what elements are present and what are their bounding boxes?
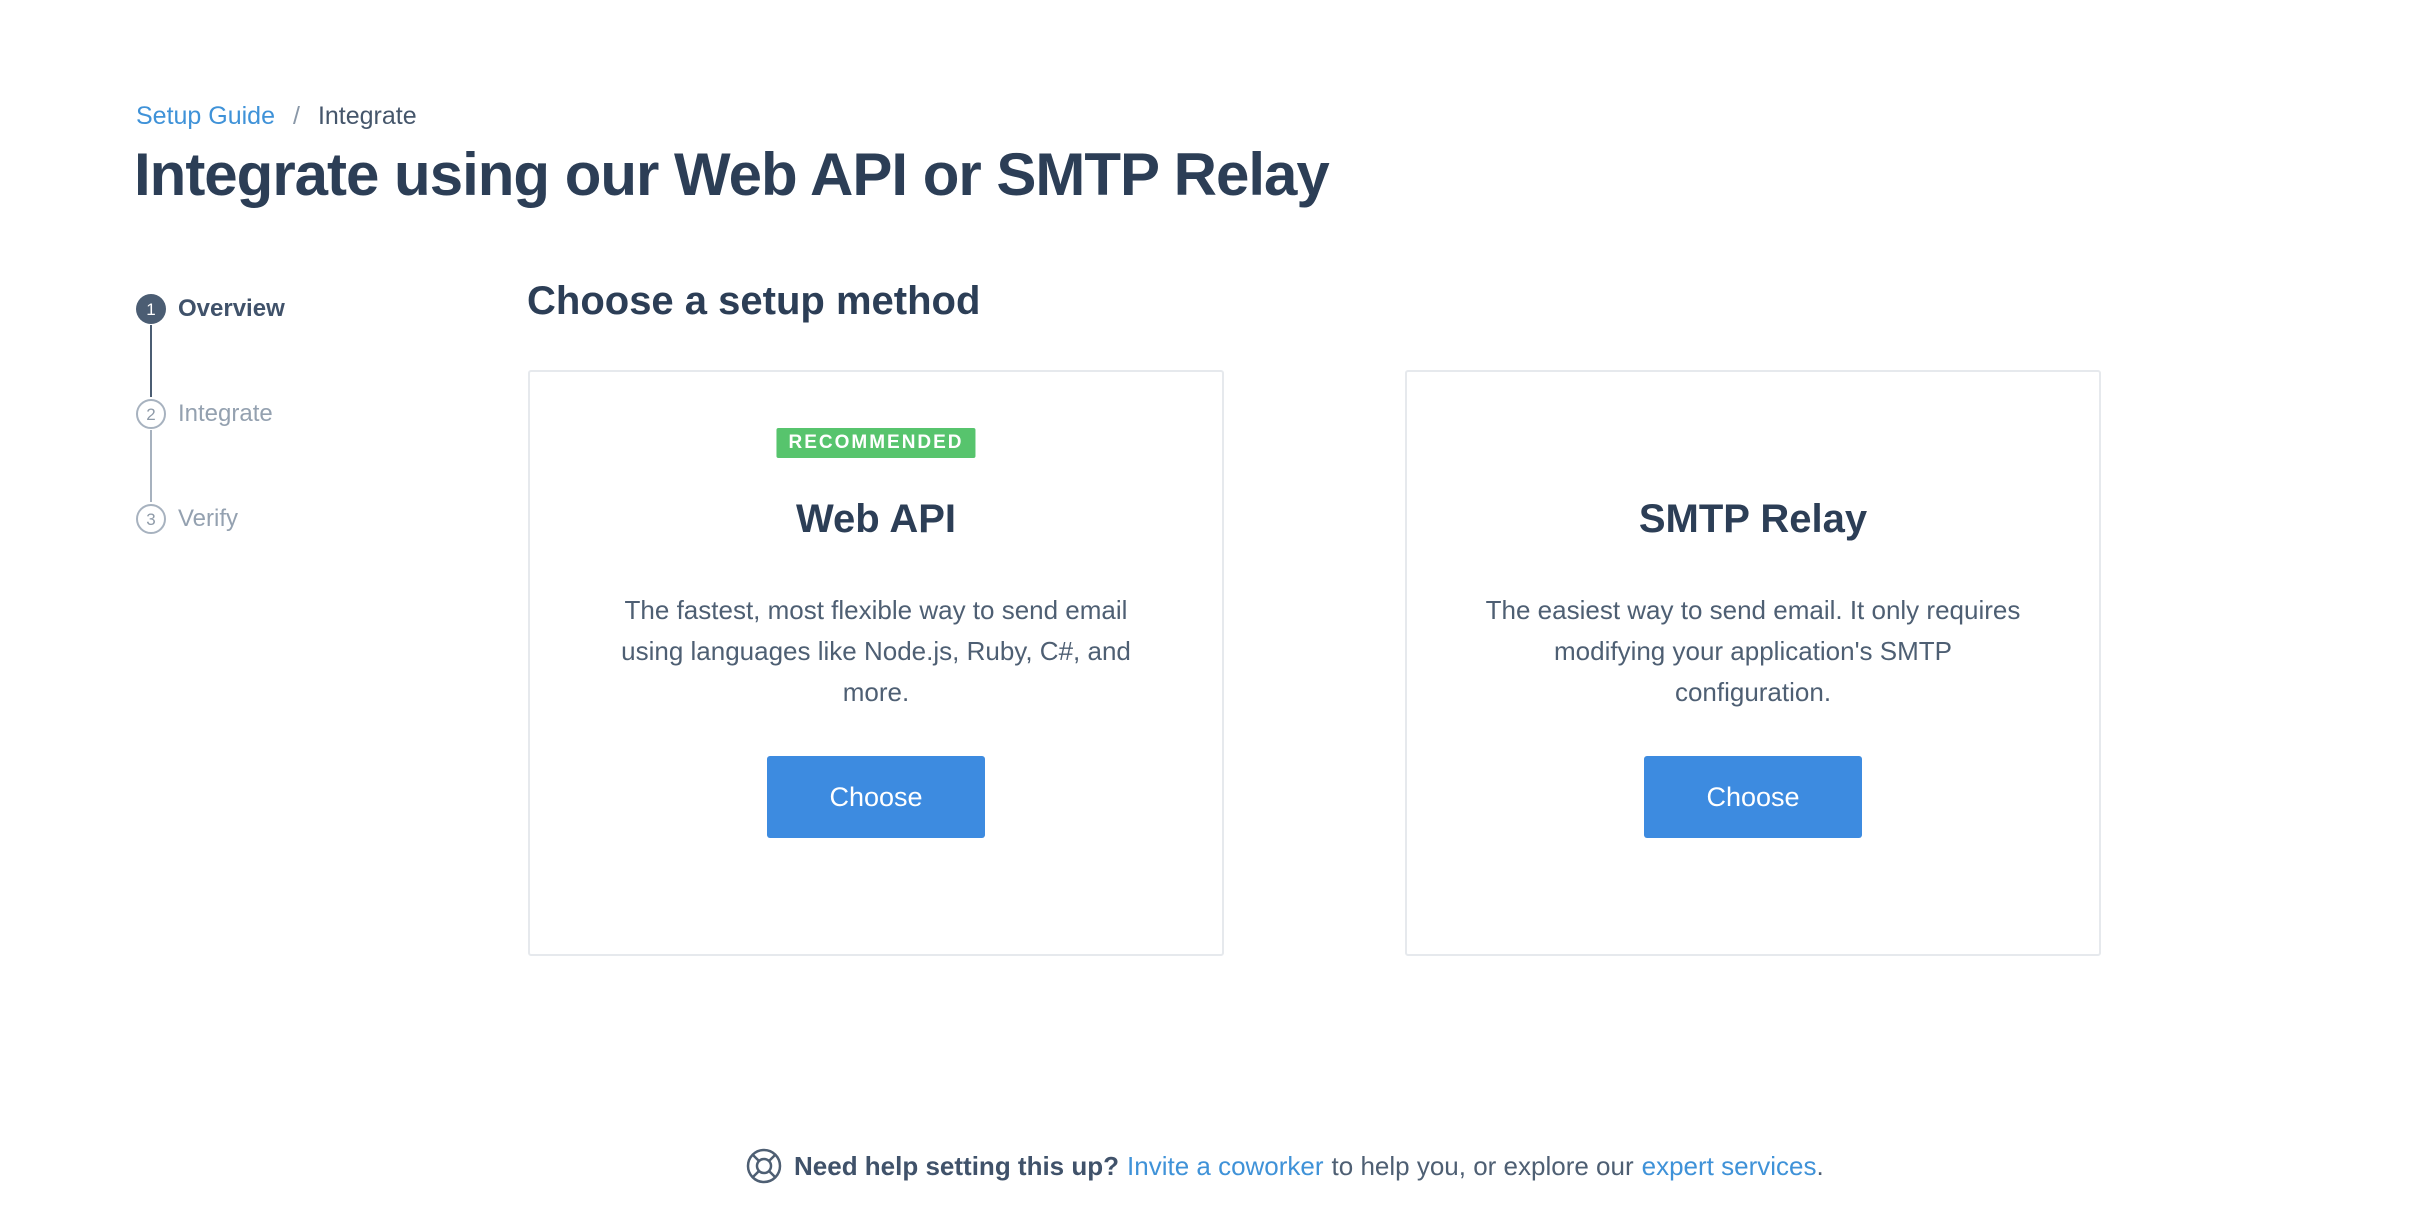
step-label-integrate: Integrate bbox=[178, 400, 273, 427]
breadcrumb-separator: / bbox=[293, 102, 300, 130]
page-title: Integrate using our Web API or SMTP Rela… bbox=[134, 141, 1330, 208]
help-footer: Need help setting this up? Invite a cowo… bbox=[744, 1146, 1824, 1186]
breadcrumb: Setup Guide / Integrate bbox=[136, 96, 417, 136]
step-connector-2 bbox=[150, 430, 152, 502]
recommended-badge: RECOMMENDED bbox=[776, 428, 976, 458]
smtp-relay-title: SMTP Relay bbox=[1638, 497, 1868, 541]
step-connector-1 bbox=[150, 325, 152, 397]
step-label-overview: Overview bbox=[178, 295, 285, 322]
lifebuoy-icon bbox=[744, 1146, 784, 1186]
web-api-title: Web API bbox=[795, 497, 957, 541]
breadcrumb-current: Integrate bbox=[317, 102, 417, 130]
smtp-relay-card: SMTP Relay The easiest way to send email… bbox=[1405, 370, 2101, 956]
breadcrumb-setup-guide-link[interactable]: Setup Guide bbox=[136, 102, 275, 130]
choose-smtp-relay-button[interactable]: Choose bbox=[1644, 756, 1862, 838]
section-title: Choose a setup method bbox=[527, 279, 981, 323]
invite-coworker-link[interactable]: Invite a coworker bbox=[1127, 1146, 1324, 1186]
help-question: Need help setting this up? bbox=[794, 1151, 1120, 1181]
web-api-card: RECOMMENDED Web API The fastest, most fl… bbox=[528, 370, 1224, 956]
help-middle-text: to help you, or explore our bbox=[1331, 1151, 1634, 1181]
step-integrate[interactable]: 2 Integrate bbox=[136, 397, 273, 431]
step-number-2: 2 bbox=[136, 399, 166, 429]
smtp-relay-description: The easiest way to send email. It only r… bbox=[1485, 595, 2021, 707]
setup-stepper: 1 Overview 2 Integrate 3 Verify bbox=[136, 292, 436, 572]
choose-web-api-button[interactable]: Choose bbox=[767, 756, 985, 838]
step-verify[interactable]: 3 Verify bbox=[136, 502, 238, 536]
help-period: . bbox=[1816, 1151, 1824, 1181]
web-api-description: The fastest, most flexible way to send e… bbox=[621, 595, 1131, 707]
step-number-3: 3 bbox=[136, 504, 166, 534]
step-number-1: 1 bbox=[136, 294, 166, 324]
step-overview[interactable]: 1 Overview bbox=[136, 292, 285, 326]
step-label-verify: Verify bbox=[178, 505, 239, 532]
expert-services-link[interactable]: expert services bbox=[1642, 1146, 1817, 1186]
